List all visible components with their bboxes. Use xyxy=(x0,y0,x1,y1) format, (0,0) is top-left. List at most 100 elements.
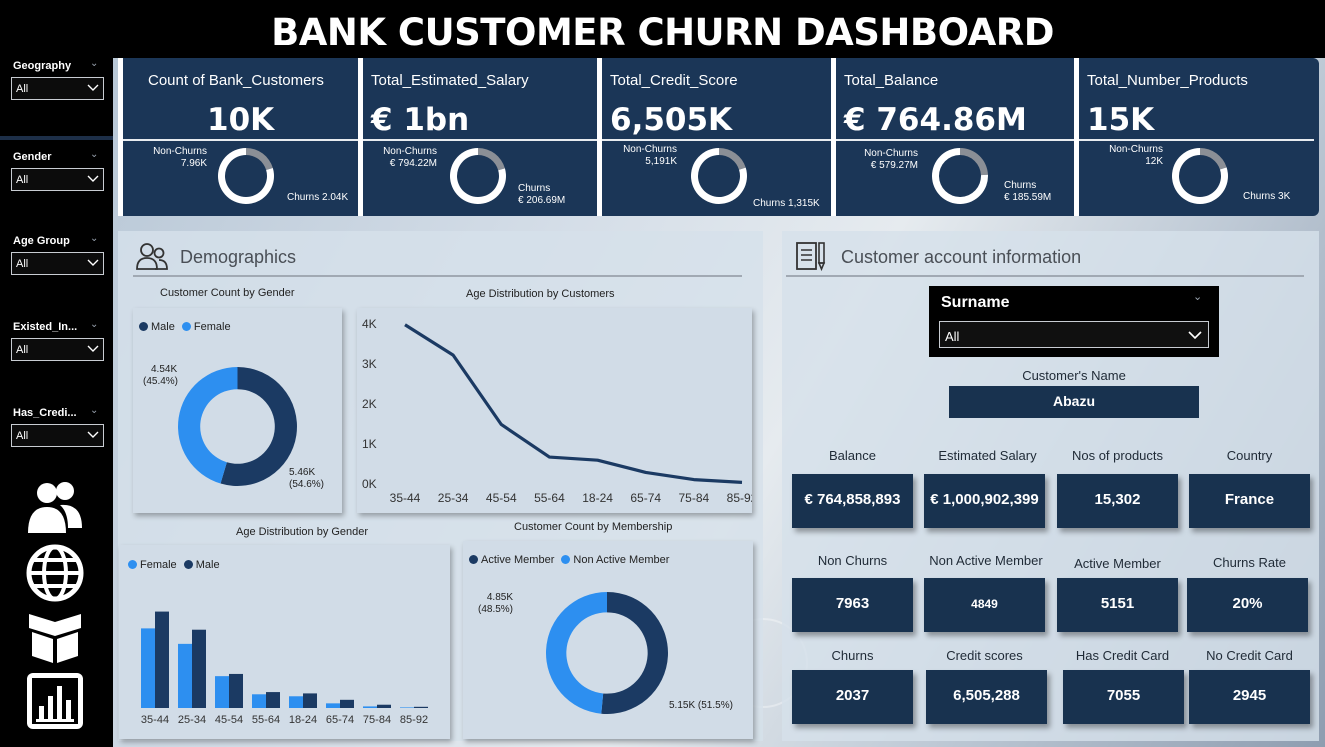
chevron-down-icon xyxy=(87,431,99,438)
estimated-salary-value: € 1,000,902,399 xyxy=(924,474,1045,528)
churn-value: € 185.59M xyxy=(1004,192,1052,203)
chevron-down-icon[interactable]: ⌄ xyxy=(90,149,98,160)
surname-label: Surname xyxy=(941,294,1010,311)
x-tick-label: 55-64 xyxy=(534,491,565,505)
legend-label: Female xyxy=(193,321,231,333)
non-churn-label: Non-Churns xyxy=(1109,144,1163,155)
churn-slice xyxy=(960,148,988,176)
surname-value: All xyxy=(945,329,960,344)
non-churn-value: 12K xyxy=(1145,156,1163,167)
card-label: Non Churns xyxy=(817,553,888,568)
y-tick-label: 2K xyxy=(362,397,377,411)
card-label: Credit scores xyxy=(946,648,1023,663)
bar-male xyxy=(303,693,317,708)
filter-panel: Geography ⌄ All Gender ⌄ All Age Group ⌄… xyxy=(0,58,113,747)
chevron-down-icon[interactable]: ⌄ xyxy=(90,405,98,416)
separator xyxy=(0,136,113,140)
age-gender-bar-chart: 35-44 25-34 45-54 55-64 18-24 65-74 75-84 85-92 xyxy=(141,611,428,726)
bar-male xyxy=(155,611,169,708)
bar-female xyxy=(215,676,229,708)
no-credit-card-value: 2945 xyxy=(1189,670,1310,724)
chevron-down-icon[interactable]: ⌄ xyxy=(90,233,98,244)
legend-swatch xyxy=(181,322,191,331)
gender-legend: Male Female xyxy=(139,321,231,333)
data-label: 5.46K xyxy=(289,467,316,478)
slicer-value: All xyxy=(16,430,29,442)
has-credit-card-value: 7055 xyxy=(1063,670,1184,724)
slicer-value: All xyxy=(16,258,29,270)
churn-text: Churns 3K xyxy=(1243,191,1291,202)
non-churn-value: 5,191K xyxy=(645,156,677,167)
gender-dropdown[interactable]: All xyxy=(11,168,104,191)
kpi-divider xyxy=(363,139,597,141)
people-icon[interactable] xyxy=(26,478,84,536)
bar-female xyxy=(141,628,155,708)
x-tick-label: 35-44 xyxy=(390,491,421,505)
bar-female xyxy=(326,703,340,708)
card-label: Active Member xyxy=(1074,556,1161,571)
chevron-down-icon[interactable]: ⌄ xyxy=(90,58,98,69)
kpi-non-churn: Non-Churns 5,191K xyxy=(605,144,677,168)
chevron-down-icon xyxy=(87,175,99,182)
data-label: (45.4%) xyxy=(143,376,179,387)
customer-name-value: Abazu xyxy=(949,386,1199,418)
age-group-dropdown[interactable]: All xyxy=(11,252,104,275)
age-line-series xyxy=(404,323,743,484)
non-churn-value: € 579.27M xyxy=(870,160,918,171)
slicer-label: Age Group xyxy=(13,235,70,247)
age-gender-legend: Female Male xyxy=(128,559,220,571)
header-rule xyxy=(133,275,742,277)
chevron-down-icon[interactable]: ⌄ xyxy=(90,319,98,330)
churn-text: Churns 2.04K xyxy=(287,192,349,203)
surname-dropdown[interactable]: All xyxy=(939,321,1209,348)
surname-slicer: Surname ⌄ All xyxy=(929,286,1219,357)
kpi-divider xyxy=(602,139,831,141)
document-pen-icon xyxy=(796,242,826,272)
x-tick-label: 18-24 xyxy=(289,714,317,726)
x-tick-label: 75-84 xyxy=(363,714,391,726)
churns-value: 2037 xyxy=(792,670,913,724)
legend-swatch xyxy=(561,555,571,564)
slicer-label: Geography xyxy=(13,60,72,72)
account-header: Customer account information xyxy=(841,247,1082,267)
legend-label: Male xyxy=(195,559,220,571)
non-churn-value: 7.96K xyxy=(180,158,207,169)
x-tick-label: 25-34 xyxy=(178,714,206,726)
country-value: France xyxy=(1189,474,1310,528)
customer-name-label: Customer's Name xyxy=(1022,368,1126,383)
chevron-down-icon xyxy=(1188,331,1202,340)
kpi-churn: Churns € 206.69M xyxy=(518,183,565,207)
chart-title: Age Distribution by Customers xyxy=(466,288,615,300)
chevron-down-icon[interactable]: ⌄ xyxy=(1193,290,1202,303)
slicer-value: All xyxy=(16,174,29,186)
kpi-non-churn: Non-Churns 12K xyxy=(1091,144,1163,168)
existed-dropdown[interactable]: All xyxy=(11,338,104,361)
y-tick-label: 4K xyxy=(362,317,377,331)
x-tick-label: 85-92 xyxy=(400,714,428,726)
card-label: Churns xyxy=(831,648,874,663)
legend-swatch xyxy=(469,555,478,564)
products-value: 15,302 xyxy=(1057,474,1178,528)
box-icon[interactable] xyxy=(26,606,84,664)
globe-icon[interactable] xyxy=(26,544,84,602)
active-member-slice xyxy=(601,592,668,714)
kpi-donut xyxy=(450,148,506,204)
geography-dropdown[interactable]: All xyxy=(11,77,104,100)
active-member-value: 5151 xyxy=(1057,578,1178,632)
x-tick-label: 65-74 xyxy=(326,714,354,726)
kpi-divider xyxy=(1079,139,1314,141)
kpi-non-churn: Non-Churns 7.96K xyxy=(135,146,207,170)
kpi-title: Count of Bank_Customers xyxy=(148,72,324,89)
demographics-header: Demographics xyxy=(180,247,297,267)
people-outline-icon xyxy=(136,243,168,270)
churn-text: Churns 1,315K xyxy=(753,198,820,209)
non-churn-label: Non-Churns xyxy=(623,144,677,155)
slicer-label: Gender xyxy=(13,151,52,163)
churn-slice xyxy=(719,148,746,170)
chevron-down-icon xyxy=(87,345,99,352)
has-credit-dropdown[interactable]: All xyxy=(11,424,104,447)
bar-female xyxy=(289,696,303,708)
kpi-value: € 764.86M xyxy=(844,102,1027,138)
bar-chart-icon[interactable] xyxy=(26,672,84,730)
card-label: Balance xyxy=(829,448,876,463)
